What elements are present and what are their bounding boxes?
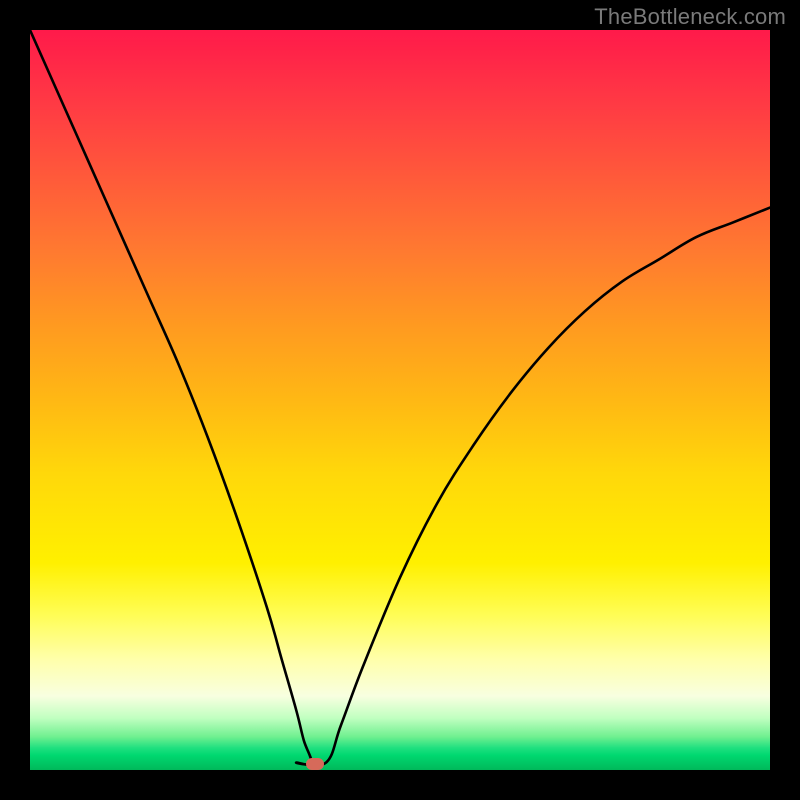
bottleneck-curve [30,30,770,770]
chart-frame: TheBottleneck.com [0,0,800,800]
watermark-text: TheBottleneck.com [594,4,786,30]
optimal-point-marker [306,758,324,770]
curve-path [30,30,770,766]
plot-area [30,30,770,770]
